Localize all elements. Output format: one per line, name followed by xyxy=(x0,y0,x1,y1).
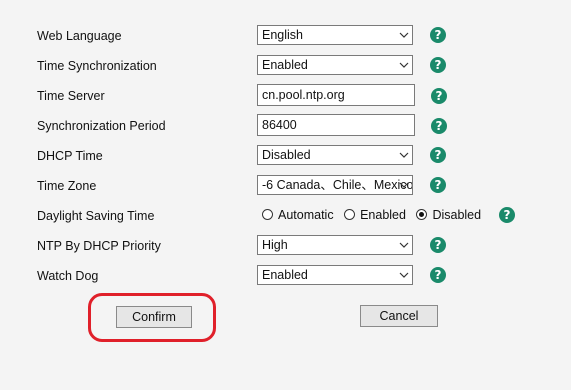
row-time-synchronization: Time Synchronization Enabled ? xyxy=(0,55,571,79)
row-web-language: Web Language English ? xyxy=(0,25,571,49)
sync-period-input[interactable]: 86400 xyxy=(257,114,415,136)
annotation-highlight xyxy=(88,293,216,342)
help-icon[interactable]: ? xyxy=(431,118,447,134)
help-icon[interactable]: ? xyxy=(430,147,446,163)
web-language-select[interactable]: English xyxy=(257,25,413,45)
sync-period-label: Synchronization Period xyxy=(37,119,166,133)
row-watch-dog: Watch Dog Enabled ? xyxy=(0,265,571,289)
ntp-dhcp-priority-label: NTP By DHCP Priority xyxy=(37,239,161,253)
daylight-saving-label: Daylight Saving Time xyxy=(37,209,155,223)
ntp-dhcp-priority-select[interactable]: High xyxy=(257,235,413,255)
dhcp-time-label: DHCP Time xyxy=(37,149,103,163)
radio-automatic[interactable]: Automatic xyxy=(262,208,341,222)
radio-enabled[interactable]: Enabled xyxy=(344,208,413,222)
time-zone-select[interactable]: -6 Canada、Chile、Mexico xyxy=(257,175,413,195)
radio-disabled-label: Disabled xyxy=(432,207,482,222)
radio-circle-checked-icon xyxy=(416,208,428,220)
dhcp-time-value: Disabled xyxy=(262,148,311,162)
row-time-server: Time Server cn.pool.ntp.org ? xyxy=(0,84,571,108)
ntp-dhcp-priority-value: High xyxy=(262,238,288,252)
time-zone-value: -6 Canada、Chile、Mexico xyxy=(262,178,413,192)
time-server-input[interactable]: cn.pool.ntp.org xyxy=(257,84,415,106)
row-ntp-dhcp-priority: NTP By DHCP Priority High ? xyxy=(0,235,571,259)
help-icon[interactable]: ? xyxy=(430,57,446,73)
sync-period-value: 86400 xyxy=(262,118,297,132)
row-time-zone: Time Zone -6 Canada、Chile、Mexico ? xyxy=(0,175,571,199)
row-dhcp-time: DHCP Time Disabled ? xyxy=(0,145,571,169)
help-icon[interactable]: ? xyxy=(430,267,446,283)
cancel-button[interactable]: Cancel xyxy=(360,305,438,327)
time-zone-label: Time Zone xyxy=(37,179,97,193)
watch-dog-value: Enabled xyxy=(262,268,308,282)
web-language-label: Web Language xyxy=(37,29,122,43)
chevron-down-icon xyxy=(399,242,409,248)
time-sync-select[interactable]: Enabled xyxy=(257,55,413,75)
time-sync-label: Time Synchronization xyxy=(37,59,157,73)
watch-dog-label: Watch Dog xyxy=(37,269,99,283)
chevron-down-icon xyxy=(399,152,409,158)
chevron-down-icon xyxy=(399,62,409,68)
chevron-down-icon xyxy=(399,32,409,38)
help-icon[interactable]: ? xyxy=(431,88,447,104)
radio-enabled-label: Enabled xyxy=(360,207,406,222)
row-daylight-saving: Daylight Saving Time Automatic Enabled D… xyxy=(0,205,571,229)
help-icon[interactable]: ? xyxy=(430,177,446,193)
radio-disabled[interactable]: Disabled xyxy=(416,208,488,222)
dhcp-time-select[interactable]: Disabled xyxy=(257,145,413,165)
help-icon[interactable]: ? xyxy=(430,27,446,43)
daylight-saving-radio-group: Automatic Enabled Disabled xyxy=(262,207,488,222)
radio-circle-icon xyxy=(262,208,273,220)
time-server-value: cn.pool.ntp.org xyxy=(262,88,345,102)
chevron-down-icon xyxy=(399,272,409,278)
watch-dog-select[interactable]: Enabled xyxy=(257,265,413,285)
row-sync-period: Synchronization Period 86400 ? xyxy=(0,114,571,138)
radio-circle-icon xyxy=(344,208,356,220)
time-sync-value: Enabled xyxy=(262,58,308,72)
help-icon[interactable]: ? xyxy=(430,237,446,253)
radio-automatic-label: Automatic xyxy=(278,207,334,222)
chevron-down-icon xyxy=(399,182,409,188)
time-server-label: Time Server xyxy=(37,89,105,103)
web-language-value: English xyxy=(262,28,303,42)
help-icon[interactable]: ? xyxy=(499,207,515,223)
